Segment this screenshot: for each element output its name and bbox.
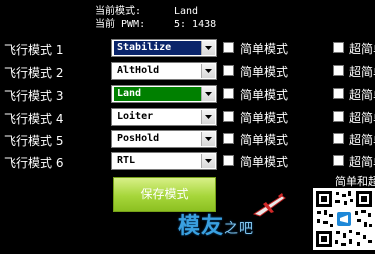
simple-mode-label: 简单模式	[240, 155, 289, 169]
simple-mode-label: 简单模式	[240, 42, 289, 56]
flight-mode-selected-value: Loiter	[114, 110, 202, 124]
chevron-down-icon	[205, 137, 212, 141]
flight-mode-label: 飞行模式 1	[4, 43, 64, 57]
watermark-small-text: 之吧	[224, 221, 255, 237]
flight-mode-select[interactable]: PosHold	[111, 130, 217, 148]
dropdown-arrow-button[interactable]	[201, 110, 215, 124]
flight-mode-label: 飞行模式 4	[4, 112, 64, 126]
chevron-down-icon	[205, 92, 212, 96]
flight-mode-label: 飞行模式 5	[4, 134, 64, 148]
watermark-logo: 模友之吧	[178, 208, 254, 240]
qr-code-icon	[313, 188, 375, 250]
flight-mode-label: 飞行模式 2	[4, 66, 64, 80]
flight-mode-select[interactable]: RTL	[111, 152, 217, 170]
super-simple-mode-label: 超简单模式	[349, 133, 375, 147]
current-pwm-value: 5: 1438	[174, 19, 217, 30]
chevron-down-icon	[205, 69, 212, 73]
dropdown-arrow-button[interactable]	[201, 154, 215, 168]
simple-mode-label: 简单模式	[240, 88, 289, 102]
simple-mode-checkbox[interactable]	[223, 88, 234, 99]
flight-mode-selected-value: Land	[114, 87, 202, 101]
chevron-down-icon	[205, 46, 212, 50]
flight-mode-selected-value: PosHold	[114, 132, 202, 146]
watermark-main-text: 模友	[178, 214, 225, 239]
flight-mode-row: 飞行模式 5 PosHold 简单模式 超简单模式	[0, 129, 375, 149]
flight-mode-selected-value: Stabilize	[114, 41, 202, 55]
super-simple-mode-label: 超简单模式	[349, 88, 375, 102]
current-mode-value: Land	[174, 6, 199, 17]
super-simple-mode-checkbox[interactable]	[333, 133, 344, 144]
flight-mode-label: 飞行模式 6	[4, 156, 64, 170]
simple-mode-checkbox[interactable]	[223, 111, 234, 122]
super-simple-mode-label: 超简单模式	[349, 155, 375, 169]
super-simple-mode-label: 超简单模式	[349, 111, 375, 125]
super-simple-mode-checkbox[interactable]	[333, 111, 344, 122]
super-simple-mode-label: 超简单模式	[349, 42, 375, 56]
dropdown-arrow-button[interactable]	[201, 64, 215, 78]
simple-mode-checkbox[interactable]	[223, 42, 234, 53]
flight-mode-row: 飞行模式 2 AltHold 简单模式 超简单模式	[0, 61, 375, 81]
super-simple-mode-label: 超简单模式	[349, 65, 375, 79]
dropdown-arrow-button[interactable]	[201, 41, 215, 55]
flight-mode-row: 飞行模式 3 Land 简单模式 超简单模式	[0, 84, 375, 104]
super-simple-mode-checkbox[interactable]	[333, 65, 344, 76]
save-modes-button[interactable]: 保存模式	[113, 177, 216, 212]
simple-help-text: 简单和超简单	[335, 175, 375, 188]
flight-mode-selected-value: AltHold	[114, 64, 202, 78]
dropdown-arrow-button[interactable]	[201, 132, 215, 146]
simple-mode-label: 简单模式	[240, 65, 289, 79]
dropdown-arrow-button[interactable]	[201, 87, 215, 101]
super-simple-mode-checkbox[interactable]	[333, 42, 344, 53]
flight-mode-select[interactable]: AltHold	[111, 62, 217, 80]
current-mode-label: 当前模式:	[95, 6, 142, 17]
chevron-down-icon	[205, 115, 212, 119]
simple-mode-checkbox[interactable]	[223, 155, 234, 166]
super-simple-mode-checkbox[interactable]	[333, 88, 344, 99]
simple-mode-checkbox[interactable]	[223, 133, 234, 144]
flight-mode-row: 飞行模式 4 Loiter 简单模式 超简单模式	[0, 107, 375, 127]
flight-mode-select[interactable]: Land	[111, 85, 217, 103]
airplane-logo-icon	[252, 192, 286, 222]
simple-mode-label: 简单模式	[240, 111, 289, 125]
super-simple-mode-checkbox[interactable]	[333, 155, 344, 166]
current-pwm-label: 当前 PWM:	[95, 19, 146, 30]
flight-mode-select[interactable]: Loiter	[111, 108, 217, 126]
chevron-down-icon	[205, 159, 212, 163]
flight-mode-row: 飞行模式 1 Stabilize 简单模式 超简单模式	[0, 38, 375, 58]
flight-mode-select[interactable]: Stabilize	[111, 39, 217, 57]
flight-mode-selected-value: RTL	[114, 154, 202, 168]
simple-mode-checkbox[interactable]	[223, 65, 234, 76]
flight-mode-row: 飞行模式 6 RTL 简单模式 超简单模式	[0, 151, 375, 171]
flight-mode-label: 飞行模式 3	[4, 89, 64, 103]
simple-mode-label: 简单模式	[240, 133, 289, 147]
